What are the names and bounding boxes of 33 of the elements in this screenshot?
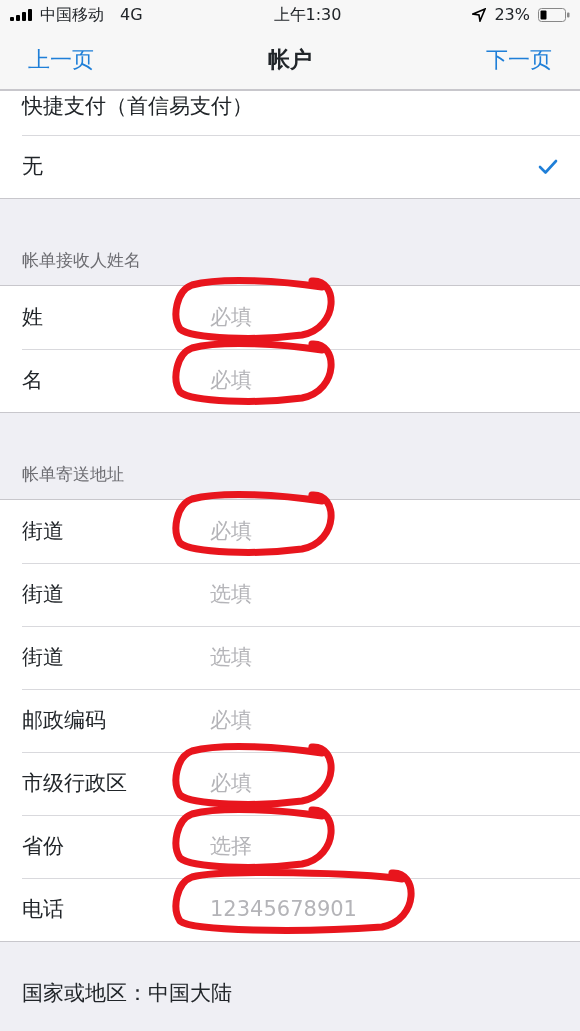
next-button[interactable]: 下一页: [486, 43, 552, 76]
field-label: 街道: [22, 580, 65, 608]
field-label: 邮政编码: [22, 706, 107, 734]
input-field[interactable]: 12345678901: [210, 893, 510, 926]
payment-option[interactable]: 无: [22, 150, 43, 183]
field-label: 街道: [22, 517, 65, 545]
clock-time: 上午1:30: [273, 4, 342, 26]
signal-icon: [10, 9, 32, 21]
battery-percent: 23%: [494, 4, 530, 26]
country-region-text[interactable]: 国家或地区：中国大陆: [22, 981, 232, 1005]
input-field[interactable]: 必填: [210, 704, 510, 737]
back-button[interactable]: 上一页: [28, 43, 94, 76]
input-field[interactable]: 选择: [210, 830, 510, 863]
input-field[interactable]: 选填: [210, 641, 510, 674]
field-label: 市级行政区: [22, 769, 128, 797]
input-field[interactable]: 必填: [210, 364, 510, 397]
payment-option[interactable]: 快捷支付（首信易支付）: [22, 91, 253, 123]
input-field[interactable]: 选填: [210, 578, 510, 611]
page-title: 帐户: [268, 46, 312, 74]
location-arrow-icon: [472, 8, 487, 22]
input-field[interactable]: 必填: [210, 301, 510, 334]
network-type: 4G: [120, 4, 143, 26]
input-field[interactable]: 必填: [210, 515, 510, 548]
carrier-name: 中国移动: [40, 4, 104, 26]
field-label: 名: [22, 366, 44, 394]
field-label: 姓: [22, 303, 44, 331]
section-header: 帐单接收人姓名: [22, 248, 141, 272]
section-header: 帐单寄送地址: [22, 462, 124, 486]
field-label: 省份: [22, 832, 65, 860]
battery-icon: [538, 8, 570, 22]
field-label: 街道: [22, 643, 65, 671]
input-field[interactable]: 必填: [210, 767, 510, 800]
field-label: 电话: [22, 895, 65, 923]
